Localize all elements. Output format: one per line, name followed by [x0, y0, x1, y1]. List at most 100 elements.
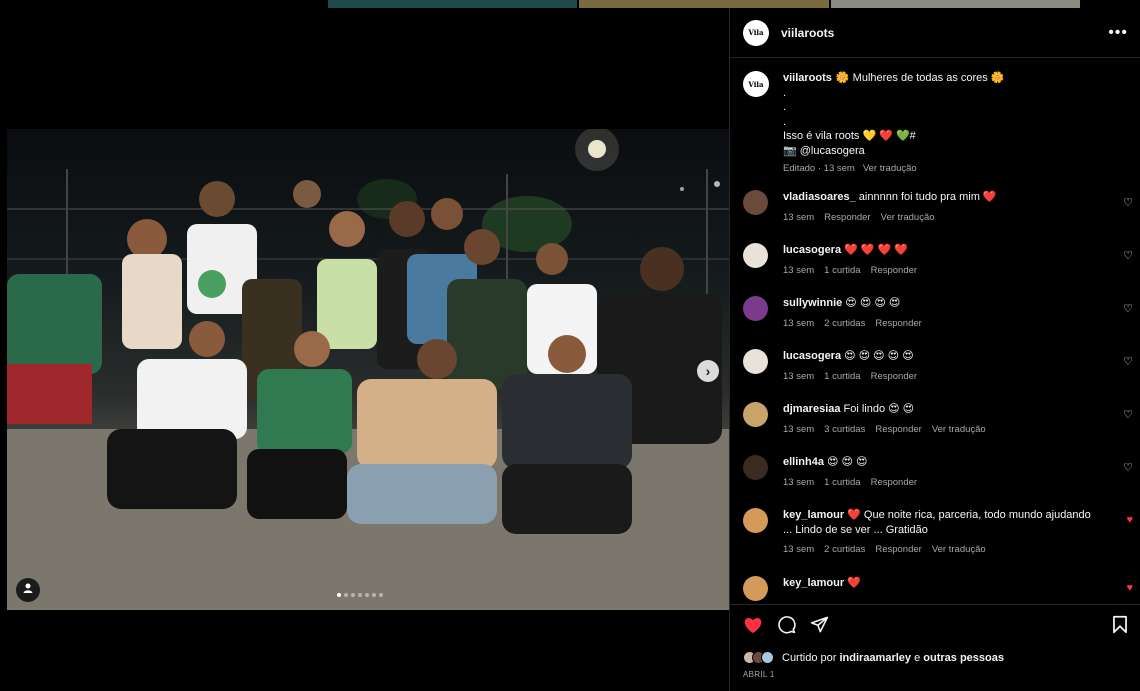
- comment-username[interactable]: lucasogera: [783, 244, 841, 256]
- comment-item: djmaresiaa Foi lindo 😍 😍 13 sem 3 curtidas R…: [743, 402, 1133, 437]
- avatar[interactable]: [743, 402, 768, 427]
- heart-icon[interactable]: ♥: [1126, 582, 1133, 594]
- comment-icon[interactable]: [777, 615, 796, 639]
- reply-button[interactable]: Responder: [875, 423, 921, 438]
- bookmark-icon[interactable]: [1112, 615, 1128, 639]
- comment-item: lucasogera 😍 😍 😍 😍 😍 13 sem 1 curtida Respon…: [743, 349, 1133, 384]
- likes-others[interactable]: outras pessoas: [923, 652, 1004, 664]
- strip-thumbnail[interactable]: [831, 0, 1080, 8]
- comment-username[interactable]: vladiasoares_: [783, 191, 856, 203]
- comment-time: 13 sem: [783, 476, 815, 488]
- comment-likes[interactable]: 1 curtida: [824, 476, 860, 491]
- next-slide-button[interactable]: ›: [697, 360, 719, 382]
- comment-item: key_lamour ❤️ Que noite rica, parceria, t…: [743, 508, 1133, 558]
- heart-icon[interactable]: ♡: [1123, 461, 1133, 474]
- comment-likes[interactable]: 2 curtidas: [824, 543, 865, 558]
- comment-username[interactable]: key_lamour: [783, 509, 844, 521]
- carousel-dot: [365, 593, 369, 597]
- strip-thumbnail[interactable]: [579, 0, 829, 8]
- caption-username[interactable]: viilaroots: [783, 72, 832, 84]
- tagged-users-button[interactable]: [16, 578, 40, 602]
- comment-username[interactable]: sullywinnie: [783, 297, 842, 309]
- post-date[interactable]: ABRIL 1: [730, 664, 1140, 679]
- comment-text: ❤️ ❤️ ❤️ ❤️: [844, 244, 909, 256]
- caption-dot: .: [783, 115, 787, 128]
- previous-posts-strip: [0, 0, 1140, 8]
- comment-text: 😍 😍 😍 😍: [845, 297, 901, 309]
- group-photo-illustration: [7, 129, 729, 610]
- carousel-dot: [379, 593, 383, 597]
- liker-avatars: [743, 651, 774, 664]
- comment-time: 13 sem: [783, 264, 815, 276]
- comment-text: Foi lindo 😍 😍: [843, 403, 915, 415]
- strip-thumbnail[interactable]: [328, 0, 577, 8]
- caption: Vila viilaroots 🌼 Mulheres de todas as co…: [730, 59, 1140, 177]
- comment-time: 13 sem: [783, 211, 815, 223]
- comment-username[interactable]: key_lamour: [783, 577, 844, 589]
- avatar[interactable]: Vila: [743, 19, 769, 46]
- heart-icon[interactable]: ♡: [1123, 408, 1133, 421]
- carousel-indicator: [337, 593, 383, 597]
- share-icon[interactable]: [810, 615, 829, 639]
- carousel-dot: [351, 593, 355, 597]
- comment-username[interactable]: djmaresiaa: [783, 403, 840, 415]
- reply-button[interactable]: Responder: [871, 476, 917, 491]
- avatar[interactable]: [743, 349, 768, 374]
- likes-summary[interactable]: Curtido por indiraamarley e outras pesso…: [730, 639, 1140, 664]
- user-icon: [22, 581, 34, 599]
- comment-likes[interactable]: 1 curtida: [824, 370, 860, 385]
- avatar[interactable]: [743, 243, 768, 268]
- avatar[interactable]: [743, 455, 768, 480]
- avatar[interactable]: [743, 576, 768, 601]
- avatar[interactable]: [743, 190, 768, 215]
- comment-likes[interactable]: 2 curtidas: [824, 317, 865, 332]
- comment-text: ❤️: [847, 577, 861, 589]
- post-photo[interactable]: [7, 129, 729, 610]
- reply-button[interactable]: Responder: [871, 264, 917, 279]
- heart-icon[interactable]: ♡: [1123, 302, 1133, 315]
- caption-text: 🌼 Mulheres de todas as cores 🌼: [835, 72, 1005, 84]
- heart-icon[interactable]: [743, 616, 763, 639]
- reply-button[interactable]: Responder: [824, 211, 870, 226]
- comments-section[interactable]: Vila viilaroots 🌼 Mulheres de todas as co…: [730, 59, 1140, 604]
- chevron-right-icon: ›: [705, 363, 711, 379]
- avatar[interactable]: [743, 508, 768, 533]
- liker-username[interactable]: indiraamarley: [839, 652, 911, 664]
- comment-time: 13 sem: [783, 544, 815, 555]
- reply-button[interactable]: Responder: [875, 543, 921, 558]
- caption-dot: .: [783, 86, 787, 99]
- avatar[interactable]: [743, 296, 768, 321]
- comment-username[interactable]: ellinh4a: [783, 456, 824, 468]
- translate-link[interactable]: Ver tradução: [932, 543, 986, 558]
- post-header: Vila viilaroots •••: [730, 8, 1140, 58]
- reply-button[interactable]: Responder: [875, 317, 921, 332]
- heart-icon[interactable]: ♡: [1123, 355, 1133, 368]
- heart-icon[interactable]: ♡: [1123, 249, 1133, 262]
- comment-text: 😍 😍 😍: [826, 456, 868, 468]
- reply-button[interactable]: Responder: [871, 370, 917, 385]
- comment-item: key_lamour ❤️ ♥: [743, 576, 1133, 601]
- carousel-dot: [372, 593, 376, 597]
- caption-credit[interactable]: 📷 @lucasogera: [783, 144, 1005, 159]
- likes-and: e: [914, 651, 921, 664]
- comment-item: ellinh4a 😍 😍 😍 13 sem 1 curtida Responder ♡: [743, 455, 1133, 490]
- caption-text: Isso é vila roots 💛 ❤️ 💚#: [783, 130, 916, 142]
- comment-time: 13 sem: [783, 423, 815, 435]
- comment-username[interactable]: lucasogera: [783, 350, 841, 362]
- comment-likes[interactable]: 3 curtidas: [824, 423, 865, 438]
- more-horizontal-icon[interactable]: •••: [1108, 24, 1128, 42]
- translate-link[interactable]: Ver tradução: [863, 162, 917, 177]
- comment-text: 😍 😍 😍 😍 😍: [844, 350, 914, 362]
- translate-link[interactable]: Ver tradução: [932, 423, 986, 438]
- translate-link[interactable]: Ver tradução: [881, 211, 935, 226]
- carousel-dot: [337, 593, 341, 597]
- comment-item: lucasogera ❤️ ❤️ ❤️ ❤️ 13 sem 1 curtida Resp…: [743, 243, 1133, 278]
- heart-icon[interactable]: ♥: [1126, 514, 1133, 526]
- comment-likes[interactable]: 1 curtida: [824, 264, 860, 279]
- carousel-dot: [358, 593, 362, 597]
- media-area: ›: [0, 8, 729, 691]
- avatar[interactable]: Vila: [743, 71, 769, 97]
- heart-icon[interactable]: ♡: [1123, 196, 1133, 209]
- post-username[interactable]: viilaroots: [781, 26, 834, 40]
- comment-time: 13 sem: [783, 317, 815, 329]
